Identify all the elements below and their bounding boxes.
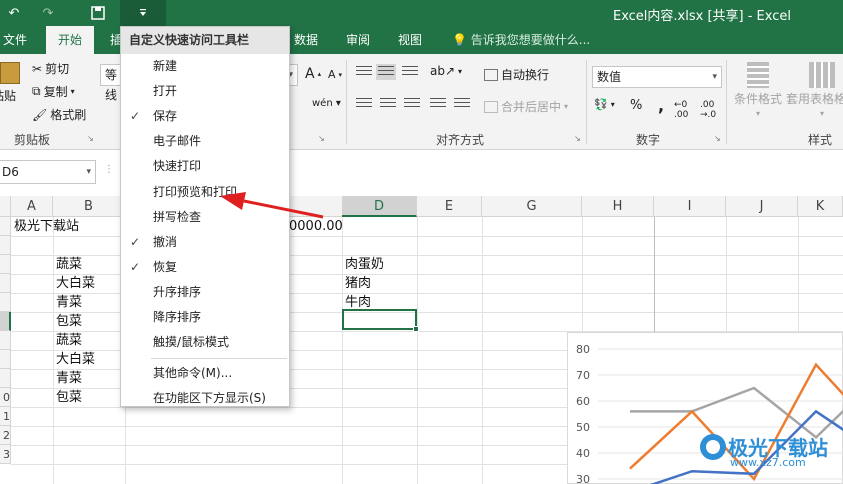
annotation-arrow [220,192,324,219]
arrow-shaft [243,199,324,219]
arrow-head [220,192,246,210]
